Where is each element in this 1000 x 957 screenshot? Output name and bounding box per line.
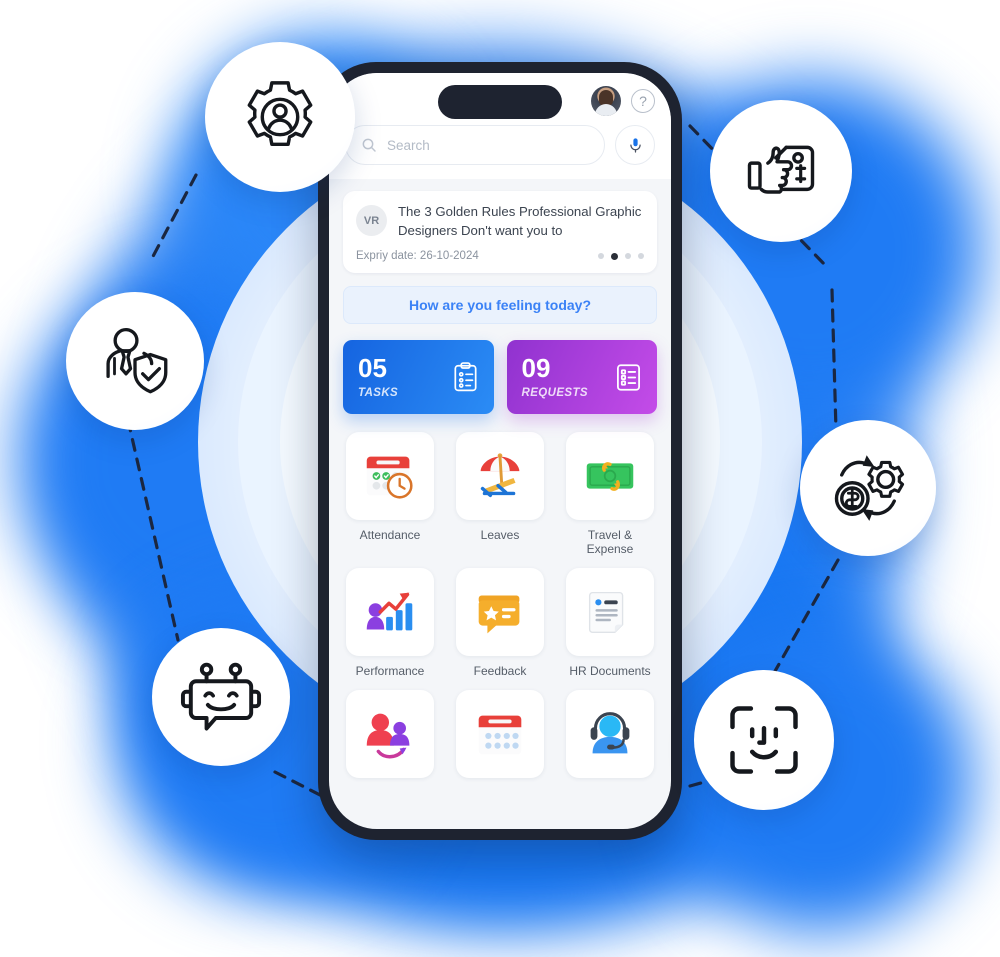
stat-card-requests[interactable]: 09 REQUESTS	[506, 340, 657, 415]
search-input[interactable]: Search	[345, 125, 605, 165]
app-item-calendar[interactable]	[453, 690, 547, 786]
search-icon	[362, 138, 376, 152]
app-tile	[346, 432, 434, 521]
requests-count: 09	[521, 353, 551, 384]
carousel-dot[interactable]	[598, 253, 604, 260]
carousel-dot[interactable]	[625, 253, 631, 260]
app-item-attendance[interactable]: Attendance	[343, 432, 437, 556]
feature-bubble-employee-protection[interactable]	[66, 292, 204, 430]
mic-icon[interactable]	[615, 125, 655, 165]
tasks-count: 05	[358, 353, 387, 384]
feature-bubble-chatbot[interactable]	[152, 628, 290, 766]
growth-chart-icon	[366, 593, 413, 631]
money-gear-cycle-icon	[834, 455, 905, 521]
mood-banner[interactable]: How are you feeling today?	[343, 286, 657, 325]
app-item-support[interactable]	[563, 690, 657, 786]
news-avatar-badge: VR	[356, 205, 387, 236]
gear-user-icon	[247, 81, 313, 147]
app-tile	[566, 568, 654, 657]
face-id-icon	[730, 706, 798, 774]
app-body: VR The 3 Golden Rules Professional Graph…	[329, 179, 671, 786]
news-title: The 3 Golden Rules Professional Graphic …	[398, 204, 642, 238]
feature-bubble-compensation[interactable]	[710, 100, 852, 242]
app-tile	[566, 432, 654, 521]
help-icon[interactable]: ?	[631, 89, 655, 113]
stat-card-tasks[interactable]: 05 TASKS	[343, 340, 494, 415]
requests-label: REQUESTS	[521, 387, 588, 400]
thumbs-up-price-tag-icon	[747, 145, 815, 194]
feature-bubble-user-settings[interactable]	[205, 42, 355, 192]
app-tile	[346, 568, 434, 657]
app-item-leaves[interactable]: Leaves	[453, 432, 547, 556]
app-label: Leaves	[480, 528, 520, 543]
app-label: Travel & Expense	[586, 528, 634, 557]
app-tile	[346, 690, 434, 779]
app-tile	[456, 432, 544, 521]
app-label: Feedback	[473, 664, 527, 679]
support-headset-icon	[590, 712, 630, 754]
app-label: HR Documents	[569, 664, 651, 679]
illustration-canvas: ? Search VR The 3 Golden Rules Professio…	[0, 0, 1000, 957]
app-item-travel-expense[interactable]: Travel & Expense	[563, 432, 657, 556]
news-card[interactable]: VR The 3 Golden Rules Professional Graph…	[343, 191, 657, 274]
carousel-dots[interactable]	[598, 252, 644, 260]
people-swap-icon	[366, 714, 410, 759]
app-tile	[456, 690, 544, 779]
employee-shield-icon	[106, 327, 168, 394]
list-box-icon	[617, 364, 640, 391]
calendar-clock-icon	[366, 457, 413, 500]
beach-umbrella-icon	[480, 453, 520, 498]
app-label: Performance	[355, 664, 425, 679]
microphone-glyph	[629, 137, 641, 153]
app-label: Attendance	[359, 528, 421, 543]
document-icon	[588, 592, 624, 634]
phone-mockup: ? Search VR The 3 Golden Rules Professio…	[318, 62, 682, 840]
clipboard-check-icon	[453, 362, 477, 392]
phone-notch	[438, 85, 562, 119]
carousel-dot-active[interactable]	[611, 252, 618, 260]
feature-bubble-payroll[interactable]	[800, 420, 936, 556]
app-tile	[566, 690, 654, 779]
avatar[interactable]	[591, 86, 621, 116]
news-expiry-date: Expriy date: 26-10-2024	[356, 250, 479, 263]
feature-bubble-face-id[interactable]	[694, 670, 834, 810]
robot-chat-icon	[180, 662, 262, 731]
app-item-hr-documents[interactable]: HR Documents	[563, 568, 657, 678]
carousel-dot[interactable]	[638, 253, 644, 260]
money-exchange-icon	[586, 462, 634, 492]
app-grid: Attendance Leaves Travel & Expense Perfo…	[343, 432, 657, 786]
app-item-people-swap[interactable]	[343, 690, 437, 786]
app-item-feedback[interactable]: Feedback	[453, 568, 547, 678]
calendar-dots-icon	[478, 716, 522, 755]
search-placeholder-text: Search	[387, 137, 430, 153]
app-tile	[456, 568, 544, 657]
feedback-star-icon	[478, 596, 520, 634]
app-item-performance[interactable]: Performance	[343, 568, 437, 678]
tasks-label: TASKS	[358, 387, 399, 400]
stat-cards: 05 TASKS 09 REQUESTS	[343, 340, 657, 415]
phone-screen: ? Search VR The 3 Golden Rules Professio…	[329, 73, 671, 829]
